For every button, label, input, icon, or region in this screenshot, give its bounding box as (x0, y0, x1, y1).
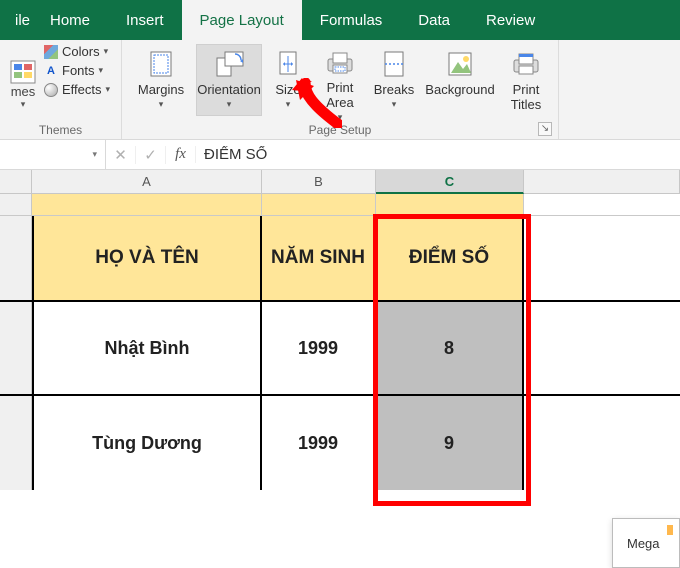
tab-insert[interactable]: Insert (108, 0, 182, 40)
page-setup-group-label: Page Setup ↘ (128, 121, 552, 137)
fonts-button[interactable]: A Fonts ▾ (44, 63, 110, 78)
effects-icon (44, 83, 58, 97)
print-area-icon (323, 49, 357, 77)
themes-icon (10, 60, 36, 84)
breaks-icon (377, 49, 411, 79)
cancel-button[interactable]: ✕ (106, 146, 136, 164)
cell-year[interactable]: 1999 (262, 396, 376, 490)
select-all-corner[interactable] (0, 170, 32, 193)
chevron-down-icon: ▾ (99, 65, 104, 76)
size-label: Size (275, 83, 300, 98)
mega-label: Mega (627, 536, 660, 551)
background-label: Background (425, 83, 494, 98)
tab-formulas[interactable]: Formulas (302, 0, 401, 40)
insert-function-button[interactable]: fx (166, 146, 196, 163)
orientation-button[interactable]: Orientation ▾ (196, 44, 262, 116)
fonts-icon: A (44, 64, 58, 78)
formula-bar-input[interactable] (196, 140, 680, 169)
cell[interactable] (262, 194, 376, 215)
column-header-b[interactable]: B (262, 170, 376, 193)
orientation-label: Orientation (197, 83, 261, 98)
margins-icon (144, 49, 178, 79)
colors-button[interactable]: Colors ▾ (44, 44, 110, 59)
tab-data[interactable]: Data (400, 0, 468, 40)
print-titles-label: Print Titles (511, 83, 542, 113)
themes-button-fragment[interactable]: mes ▾ (6, 44, 40, 110)
background-button[interactable]: Background (422, 44, 498, 116)
print-area-button[interactable]: Print Area ▾ (314, 44, 366, 116)
size-button[interactable]: Size ▾ (264, 44, 312, 116)
themes-label-fragment: mes (11, 84, 36, 99)
orientation-icon (212, 49, 246, 79)
size-icon (271, 49, 305, 79)
column-header-d[interactable] (524, 170, 680, 193)
cell[interactable] (524, 216, 680, 300)
cell-score[interactable]: 8 (376, 302, 524, 394)
colors-icon (44, 45, 58, 59)
header-cell-score[interactable]: ĐIỂM SỐ (376, 216, 524, 300)
effects-button[interactable]: Effects ▾ (44, 82, 110, 97)
name-box[interactable]: ▾ (0, 140, 106, 169)
cell[interactable] (524, 194, 680, 215)
row-gutter[interactable] (0, 194, 32, 215)
print-area-label: Print Area (326, 81, 353, 111)
row-gutter[interactable] (0, 216, 32, 300)
print-titles-button[interactable]: Print Titles (500, 44, 552, 116)
tab-home[interactable]: Home (32, 0, 108, 40)
cell-name[interactable]: Tùng Dương (32, 396, 262, 490)
floating-mega-box[interactable]: Mega (612, 518, 680, 568)
file-tab-fragment[interactable]: ile (4, 0, 32, 40)
cell[interactable] (376, 194, 524, 215)
margins-button[interactable]: Margins ▾ (128, 44, 194, 116)
row-gutter[interactable] (0, 396, 32, 490)
cell-year[interactable]: 1999 (262, 302, 376, 394)
ribbon-group-page-setup: Margins ▾ Orientation ▾ Size ▾ (122, 40, 559, 139)
breaks-label: Breaks (374, 83, 414, 98)
page-setup-dialog-launcher[interactable]: ↘ (538, 122, 552, 136)
cell[interactable] (524, 396, 680, 490)
cell[interactable] (32, 194, 262, 215)
cell[interactable] (524, 302, 680, 394)
print-titles-icon (509, 49, 543, 79)
chevron-down-icon: ▾ (21, 99, 26, 110)
chevron-down-icon: ▾ (159, 99, 164, 109)
chevron-down-icon: ▾ (227, 99, 232, 109)
spreadsheet-grid[interactable]: HỌ VÀ TÊN NĂM SINH ĐIỂM SỐ Nhật Bình 199… (0, 194, 680, 490)
chevron-down-icon: ▾ (106, 84, 111, 95)
enter-button[interactable]: ✓ (136, 146, 166, 164)
chevron-down-icon: ▾ (392, 99, 397, 109)
name-box-input[interactable] (4, 147, 88, 163)
breaks-button[interactable]: Breaks ▾ (368, 44, 420, 116)
accent-icon (667, 525, 673, 535)
fonts-label: Fonts (62, 63, 95, 78)
chevron-down-icon: ▾ (286, 99, 291, 109)
themes-group-label: Themes (6, 121, 115, 137)
column-header-a[interactable]: A (32, 170, 262, 193)
ribbon-group-themes: mes ▾ Colors ▾ A Fonts ▾ Effects ▾ (0, 40, 122, 139)
cell-score[interactable]: 9 (376, 396, 524, 490)
header-cell-year[interactable]: NĂM SINH (262, 216, 376, 300)
row-gutter[interactable] (0, 302, 32, 394)
background-icon (443, 49, 477, 79)
header-cell-name[interactable]: HỌ VÀ TÊN (32, 216, 262, 300)
colors-label: Colors (62, 44, 100, 59)
column-header-c[interactable]: C (376, 170, 524, 194)
tab-review[interactable]: Review (468, 0, 553, 40)
cell-name[interactable]: Nhật Bình (32, 302, 262, 394)
margins-label: Margins (138, 83, 184, 98)
effects-label: Effects (62, 82, 102, 97)
tab-page-layout[interactable]: Page Layout (182, 0, 302, 40)
name-box-dropdown[interactable]: ▾ (88, 149, 101, 160)
chevron-down-icon: ▾ (104, 46, 109, 57)
